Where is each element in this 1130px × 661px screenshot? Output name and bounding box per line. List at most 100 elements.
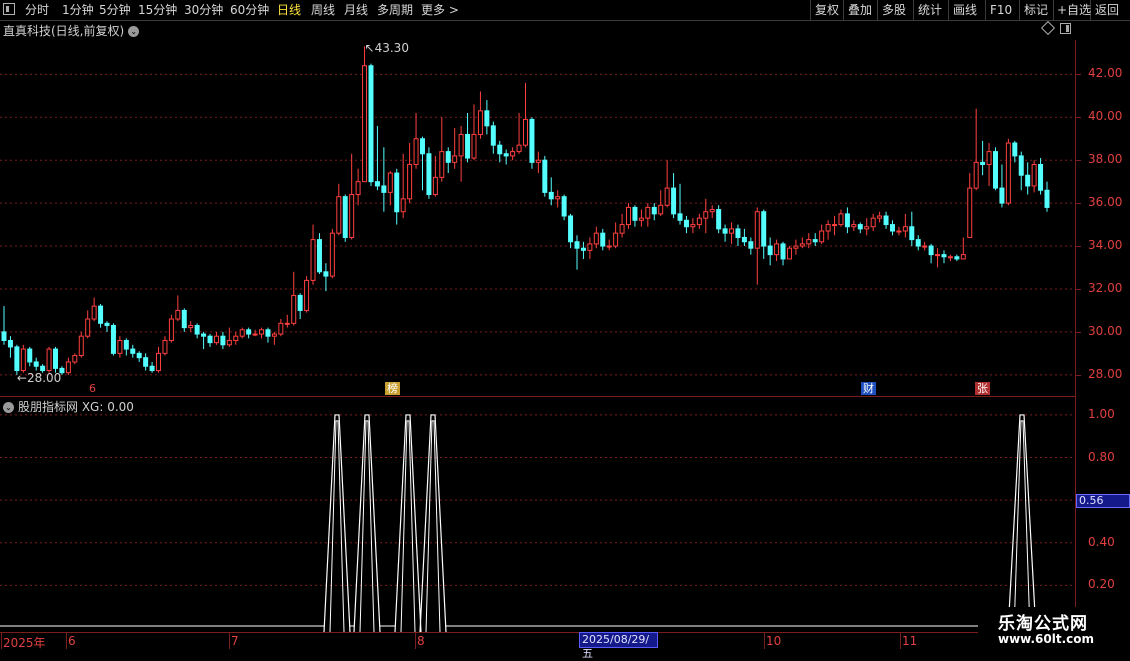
candle-body-up — [304, 279, 310, 311]
candle-body-up — [477, 110, 483, 135]
candle-body-up — [645, 206, 651, 219]
date-axis-tick — [229, 633, 230, 649]
chevron-down-icon[interactable]: ⌄ — [3, 402, 14, 413]
candle-body-down — [53, 348, 59, 369]
price-axis-label: 30.00 — [1088, 323, 1123, 338]
signal-spike — [394, 414, 422, 632]
tool-button-8[interactable]: 返回 — [1095, 2, 1119, 18]
candle-body-up — [168, 318, 174, 341]
event-badge[interactable]: 财 — [861, 382, 876, 395]
candle-body-down — [149, 365, 155, 372]
candle-body-up — [851, 224, 857, 228]
candle-body-up — [664, 187, 670, 206]
candle-body-up — [793, 245, 799, 249]
candle-body-up — [587, 243, 593, 251]
candle-body-down — [123, 339, 129, 350]
candle-body-up — [696, 217, 702, 226]
event-badge[interactable]: 榜 — [385, 382, 400, 395]
candle-body-up — [619, 224, 625, 234]
candle-body-down — [748, 241, 754, 249]
candle-body-down — [419, 138, 425, 155]
signal-spike — [323, 414, 351, 632]
candle-body-down — [297, 294, 303, 311]
signal-spike-inner — [425, 420, 441, 632]
candle-body-down — [374, 181, 380, 187]
candle-body-down — [1, 331, 7, 341]
candle-body-up — [555, 196, 561, 200]
candle-body-down — [490, 125, 496, 146]
price-axis-label: 28.00 — [1088, 366, 1123, 381]
candle-body-up — [729, 228, 735, 234]
price-axis-tick — [1076, 203, 1081, 205]
candle-body-down — [915, 239, 921, 247]
candle-body-up — [1031, 163, 1037, 187]
candle-body-down — [381, 185, 387, 193]
candle-body-down — [503, 153, 509, 157]
candle-body-up — [413, 138, 419, 165]
indicator-axis-label: 0.80 — [1088, 449, 1115, 464]
candle-body-down — [529, 118, 535, 163]
candle-body-down — [33, 361, 39, 367]
price-axis-tick — [1076, 331, 1081, 333]
candle-body-up — [284, 322, 290, 325]
event-badge[interactable]: 张 — [975, 382, 990, 395]
candle-body-up — [355, 181, 361, 196]
signal-spike — [419, 414, 447, 632]
price-axis-label: 42.00 — [1088, 66, 1123, 81]
candle-body-up — [806, 239, 812, 245]
date-highlight: 2025/08/29/五 — [579, 632, 658, 660]
candle-body-up — [329, 232, 335, 277]
candle-body-down — [561, 196, 567, 217]
candle-body-down — [844, 213, 850, 228]
date-axis-tick — [900, 633, 901, 649]
candle-body-up — [864, 226, 870, 230]
candle-body-up — [188, 324, 194, 329]
price-axis-label: 32.00 — [1088, 280, 1123, 295]
candle-body-down — [426, 153, 432, 196]
candle-body-down — [465, 133, 471, 159]
candle-body-up — [362, 65, 368, 183]
candle-body-down — [265, 329, 271, 337]
signal-spike — [353, 414, 381, 632]
candle-body-up — [967, 187, 973, 238]
event-badge[interactable]: 6 — [87, 382, 98, 395]
chart-canvas[interactable] — [0, 0, 1075, 632]
candle-body-up — [960, 254, 966, 260]
candle-body-down — [580, 247, 586, 251]
candle-body-down — [889, 224, 895, 232]
candle-body-up — [239, 329, 245, 337]
date-axis-tick — [1, 633, 2, 649]
candle-body-down — [741, 236, 747, 243]
candle-body-down — [548, 191, 554, 200]
candle-body-up — [638, 217, 644, 221]
candle-body-down — [1025, 174, 1031, 187]
candle-body-down — [246, 329, 252, 335]
candle-body-up — [606, 245, 612, 248]
candle-body-up — [896, 230, 902, 233]
candle-body-up — [799, 243, 805, 247]
candle-body-down — [632, 206, 638, 221]
candle-body-up — [819, 230, 825, 243]
candle-body-down — [136, 352, 142, 359]
candle-body-down — [445, 151, 451, 163]
candle-body-up — [986, 151, 992, 165]
candle-body-up — [832, 224, 838, 227]
candle-body-up — [690, 224, 696, 228]
candle-body-down — [181, 309, 187, 329]
candle-body-down — [722, 228, 728, 234]
low-price-annotation: ←28.00 — [16, 370, 62, 385]
candle-body-up — [278, 322, 284, 335]
candle-body-up — [458, 133, 464, 157]
candle-body-down — [323, 271, 329, 277]
candle-body-down — [767, 245, 773, 256]
price-axis-line — [1075, 40, 1076, 632]
candle-body-down — [999, 187, 1005, 204]
candle-body-up — [1005, 142, 1011, 204]
date-axis-tick — [415, 633, 416, 649]
candle-body-down — [98, 305, 104, 324]
price-axis-label: 40.00 — [1088, 109, 1123, 124]
watermark-title: 乐淘公式网 — [998, 614, 1088, 634]
candle-body-up — [613, 232, 619, 247]
candle-body-down — [761, 211, 767, 247]
candle-body-down — [316, 239, 322, 273]
